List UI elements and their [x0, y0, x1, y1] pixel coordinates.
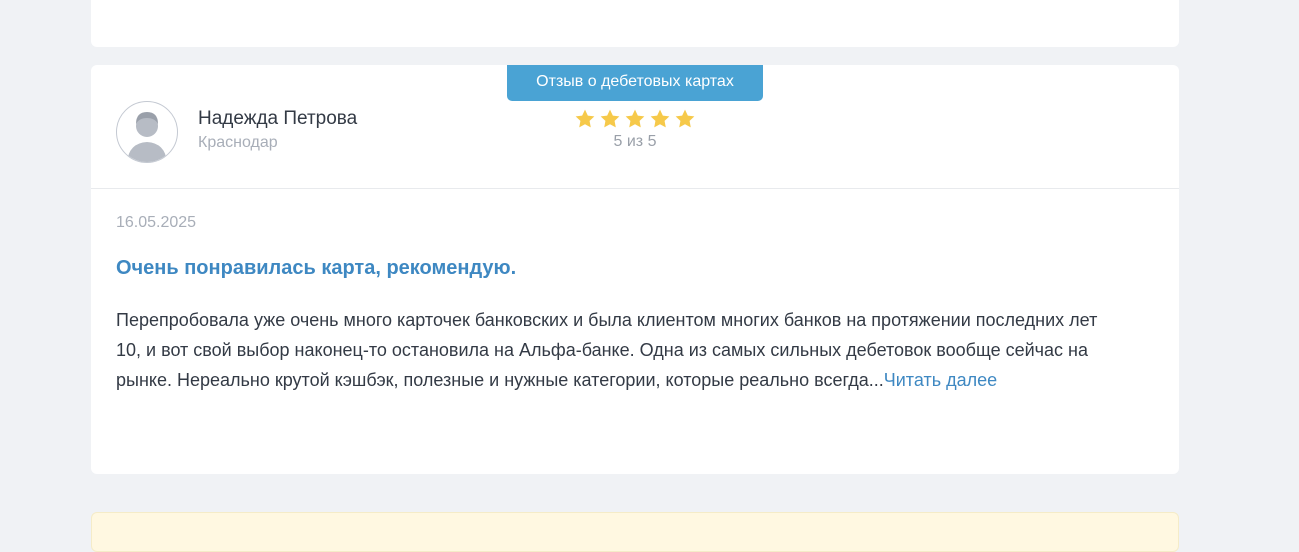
- review-title[interactable]: Очень понравилась карта, рекомендую.: [116, 257, 516, 280]
- star-icon: [650, 109, 670, 128]
- review-card: Отзыв о дебетовых картах Надежда Петрова…: [91, 65, 1179, 474]
- rating-text: 5 из 5: [613, 133, 657, 150]
- review-date: 16.05.2025: [116, 214, 197, 231]
- read-more-link[interactable]: Читать далее: [884, 370, 997, 390]
- star-icon: [575, 109, 595, 128]
- author-city: Краснодар: [198, 134, 278, 151]
- star-icon: [600, 109, 620, 128]
- user-avatar-icon: [116, 101, 178, 163]
- previous-review-card: [91, 0, 1179, 47]
- review-category-badge[interactable]: Отзыв о дебетовых картах: [507, 65, 763, 101]
- star-icon: [625, 109, 645, 128]
- author-name: Надежда Петрова: [198, 108, 358, 129]
- rating-stars: [573, 108, 697, 130]
- next-review-card: [91, 512, 1179, 552]
- review-body: Перепробовала уже очень много карточек б…: [116, 305, 1116, 395]
- rating: 5 из 5: [573, 108, 697, 151]
- star-icon: [675, 109, 695, 128]
- divider: [91, 188, 1179, 189]
